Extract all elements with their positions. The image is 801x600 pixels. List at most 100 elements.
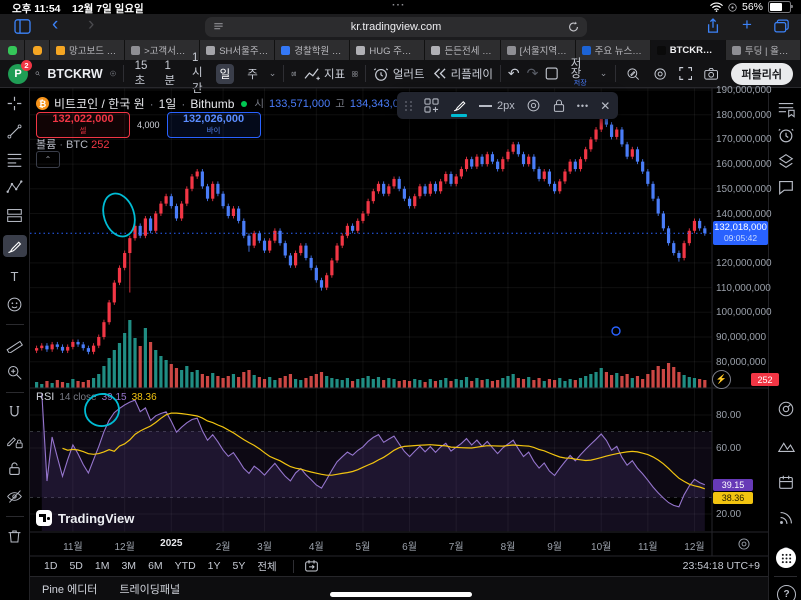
object-tree-icon[interactable] (777, 152, 795, 170)
browser-tab[interactable]: 든든전세 (입주… (425, 40, 500, 60)
undo-icon[interactable]: ↶ (508, 65, 520, 82)
remove-drawings-icon[interactable] (3, 528, 27, 545)
news-feed-icon[interactable] (777, 509, 795, 527)
bottom-panel-tab[interactable]: Pine 에디터 (42, 581, 97, 597)
sell-button[interactable]: 132,022,000셀 (36, 112, 130, 138)
save-chevron-icon[interactable]: ⌄ (600, 68, 608, 79)
snapshot-camera-icon[interactable] (704, 67, 718, 81)
range-button[interactable]: 6M (142, 559, 169, 573)
home-indicator[interactable] (330, 592, 472, 597)
calendar-icon[interactable] (777, 473, 795, 491)
interval-button[interactable]: 15초 (131, 58, 152, 90)
interval-chevron-icon[interactable]: ⌄ (269, 68, 277, 79)
quick-search-icon[interactable] (626, 66, 640, 82)
compare-add-icon[interactable] (110, 65, 116, 82)
hotlists-icon[interactable] (777, 400, 795, 418)
watchlist-icon[interactable] (777, 100, 795, 118)
browser-tab[interactable]: 망고보드 - 제 (50, 40, 125, 60)
time-axis-label[interactable]: 2025 (160, 538, 182, 549)
chart-style-icon[interactable] (291, 66, 297, 82)
volume-legend[interactable]: 볼륨 · BTC 252 (36, 136, 109, 152)
session-clock[interactable]: 23:54:18 UTC+9 (683, 560, 760, 572)
new-tab-icon[interactable]: + (742, 15, 752, 35)
time-axis-label[interactable]: 9월 (547, 538, 562, 553)
drawing-lock-icon[interactable] (552, 98, 566, 113)
time-axis-label[interactable]: 6월 (402, 538, 417, 553)
range-button[interactable]: 1M (89, 559, 116, 573)
range-button[interactable]: 5Y (227, 559, 252, 573)
range-button[interactable]: 5D (63, 559, 88, 573)
interval-button[interactable]: 1분 (160, 58, 179, 90)
user-avatar[interactable]: P2 (8, 64, 28, 84)
fib-tool-icon[interactable] (3, 151, 27, 168)
time-axis-label[interactable]: 11월 (63, 538, 83, 553)
measure-tool-icon[interactable] (3, 336, 27, 353)
pinned-tab[interactable] (25, 40, 50, 60)
chat-icon[interactable] (777, 178, 795, 196)
time-axis-label[interactable]: 12월 (684, 538, 704, 553)
interval-button[interactable]: 일 (216, 64, 235, 84)
browser-tab[interactable]: 주요 뉴스 | 블록… (576, 40, 651, 60)
time-axis-label[interactable]: 3월 (257, 538, 272, 553)
save-button[interactable]: 저장 저장 (571, 59, 590, 89)
share-icon[interactable] (706, 18, 720, 34)
lock-all-icon[interactable] (3, 460, 27, 477)
range-button[interactable]: 3M (115, 559, 142, 573)
time-axis-settings-icon[interactable] (737, 537, 751, 551)
time-axis-label[interactable]: 12월 (114, 538, 134, 553)
back-button[interactable]: ‹ (52, 14, 58, 36)
close-toolbar-icon[interactable]: ✕ (600, 99, 610, 113)
alerts-panel-icon[interactable] (777, 126, 795, 144)
tradingview-watermark[interactable]: TradingView (36, 510, 134, 526)
settings-icon[interactable] (653, 66, 667, 82)
collapse-legend-button[interactable]: ⌃ (36, 151, 60, 168)
apps-menu-icon[interactable] (776, 548, 796, 568)
range-button[interactable]: 1D (38, 559, 63, 573)
brush-tool-icon[interactable] (3, 235, 27, 257)
emoji-tool-icon[interactable] (3, 296, 27, 313)
zoom-in-tool-icon[interactable] (3, 364, 27, 381)
browser-tab[interactable]: BTCKRW 13… (651, 40, 726, 60)
time-axis-label[interactable]: 4월 (309, 538, 324, 553)
magnet-tool-icon[interactable] (3, 404, 27, 421)
template-icon[interactable] (424, 98, 439, 113)
publish-button[interactable]: 퍼블리쉬 (731, 63, 793, 85)
address-bar[interactable]: kr.tradingview.com (205, 17, 587, 37)
line-width-button[interactable]: 2px (479, 100, 515, 112)
trendline-tool-icon[interactable] (3, 123, 27, 140)
replay-button[interactable]: 리플레이 (432, 66, 493, 82)
reader-icon[interactable] (213, 22, 224, 32)
tabs-overview-icon[interactable] (774, 19, 789, 33)
crosshair-tool-icon[interactable] (3, 95, 27, 112)
time-axis-label[interactable]: 10월 (591, 538, 611, 553)
indicators-button[interactable]: 지표 (304, 66, 345, 82)
symbol-title[interactable]: 비트코인 / 한국 원 (54, 95, 145, 112)
active-brush-color-icon[interactable] (450, 96, 468, 116)
position-tool-icon[interactable] (3, 207, 27, 224)
interval-button[interactable]: 주 (243, 64, 262, 84)
browser-tab[interactable]: [서울지역본부]… (501, 40, 576, 60)
redo-icon[interactable]: ↷ (527, 65, 539, 82)
help-icon[interactable]: ? (777, 585, 796, 600)
rsi-legend[interactable]: RSI 14 close 39.15 38.36 (36, 391, 157, 403)
drawing-mode-lock-icon[interactable] (3, 432, 27, 449)
select-layout-icon[interactable] (545, 66, 558, 81)
text-tool-icon[interactable]: T (3, 268, 27, 285)
browser-tab[interactable]: HUG 주택도시… (350, 40, 425, 60)
reload-icon[interactable] (568, 21, 579, 33)
range-button[interactable]: 전체 (251, 558, 282, 575)
multitask-indicator-icon[interactable]: ··· (392, 0, 406, 11)
fullscreen-icon[interactable] (679, 66, 692, 81)
go-to-date-icon[interactable] (304, 559, 319, 573)
time-axis-label[interactable]: 8월 (501, 538, 516, 553)
forward-button[interactable]: › (88, 14, 94, 36)
sidebar-toggle-icon[interactable] (14, 19, 31, 34)
time-axis-label[interactable]: 5월 (356, 538, 371, 553)
bottom-panel-tab[interactable]: 트레이딩패널 (119, 581, 180, 597)
ideas-icon[interactable] (777, 437, 795, 455)
layout-grid-icon[interactable] (352, 66, 358, 82)
alert-button[interactable]: 얼러트 (373, 66, 425, 82)
browser-tab[interactable]: 경찰학원 1위 |… (275, 40, 350, 60)
drawing-settings-icon[interactable] (526, 98, 541, 113)
hide-drawings-icon[interactable] (3, 488, 27, 505)
